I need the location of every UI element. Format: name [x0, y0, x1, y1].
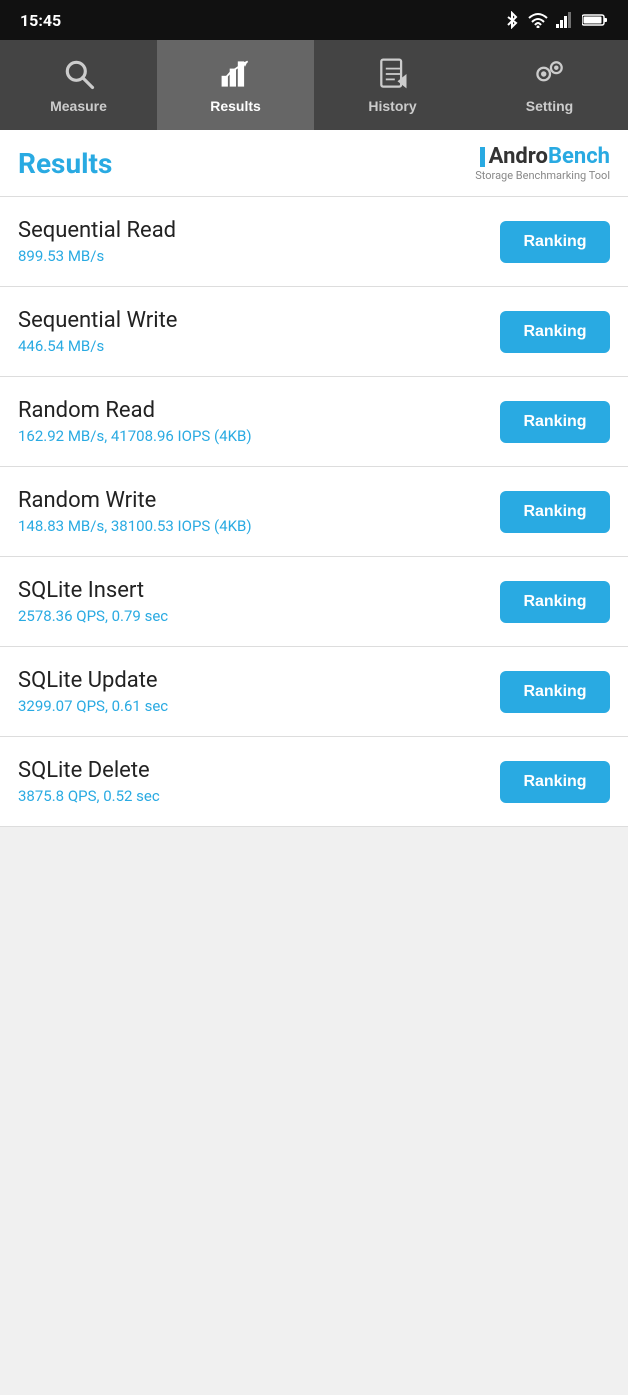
status-time: 15:45: [20, 11, 61, 30]
result-name: SQLite Delete: [18, 758, 160, 783]
result-name: Random Read: [18, 398, 252, 423]
ranking-button[interactable]: Ranking: [500, 221, 610, 263]
nav-item-measure[interactable]: Measure: [0, 40, 157, 130]
ranking-button[interactable]: Ranking: [500, 491, 610, 533]
logo-bar-accent: [480, 147, 485, 167]
result-row: Sequential Write 446.54 MB/s Ranking: [0, 287, 628, 377]
result-value: 162.92 MB/s, 41708.96 IOPS (4KB): [18, 427, 252, 445]
nav-label-results: Results: [210, 98, 261, 114]
result-row: Random Write 148.83 MB/s, 38100.53 IOPS …: [0, 467, 628, 557]
result-info: SQLite Update 3299.07 QPS, 0.61 sec: [18, 668, 168, 715]
result-value: 3875.8 QPS, 0.52 sec: [18, 787, 160, 805]
nav-item-results[interactable]: Results: [157, 40, 314, 130]
status-bar: 15:45: [0, 0, 628, 40]
page-header: Results AndroBench Storage Benchmarking …: [0, 130, 628, 197]
ranking-button[interactable]: Ranking: [500, 581, 610, 623]
signal-icon: [556, 12, 574, 28]
nav-label-setting: Setting: [526, 98, 573, 114]
logo-text: AndroBench: [489, 144, 610, 169]
nav-bar: Measure Results History: [0, 40, 628, 130]
result-info: Random Read 162.92 MB/s, 41708.96 IOPS (…: [18, 398, 252, 445]
page-title: Results: [18, 147, 112, 180]
result-name: Random Write: [18, 488, 252, 513]
result-row: SQLite Update 3299.07 QPS, 0.61 sec Rank…: [0, 647, 628, 737]
logo-container: AndroBench Storage Benchmarking Tool: [475, 144, 610, 182]
nav-item-history[interactable]: History: [314, 40, 471, 130]
logo-bench: Bench: [548, 144, 610, 169]
ranking-button[interactable]: Ranking: [500, 671, 610, 713]
result-info: SQLite Insert 2578.36 QPS, 0.79 sec: [18, 578, 168, 625]
result-value: 2578.36 QPS, 0.79 sec: [18, 607, 168, 625]
result-value: 899.53 MB/s: [18, 247, 176, 265]
result-name: Sequential Write: [18, 308, 177, 333]
chart-icon: [218, 56, 254, 92]
ranking-button[interactable]: Ranking: [500, 761, 610, 803]
ranking-button[interactable]: Ranking: [500, 311, 610, 353]
document-icon: [375, 56, 411, 92]
result-value: 148.83 MB/s, 38100.53 IOPS (4KB): [18, 517, 252, 535]
results-list: Sequential Read 899.53 MB/s Ranking Sequ…: [0, 197, 628, 827]
result-row: Sequential Read 899.53 MB/s Ranking: [0, 197, 628, 287]
logo-andro: Andro: [489, 144, 548, 169]
result-name: SQLite Insert: [18, 578, 168, 603]
battery-icon: [582, 13, 608, 27]
status-icons: [504, 11, 608, 29]
nav-label-measure: Measure: [50, 98, 107, 114]
result-info: Random Write 148.83 MB/s, 38100.53 IOPS …: [18, 488, 252, 535]
search-icon: [61, 56, 97, 92]
result-value: 3299.07 QPS, 0.61 sec: [18, 697, 168, 715]
result-row: SQLite Insert 2578.36 QPS, 0.79 sec Rank…: [0, 557, 628, 647]
logo-subtitle: Storage Benchmarking Tool: [475, 169, 610, 182]
logo-bar: AndroBench: [480, 144, 610, 169]
result-row: SQLite Delete 3875.8 QPS, 0.52 sec Ranki…: [0, 737, 628, 827]
result-info: SQLite Delete 3875.8 QPS, 0.52 sec: [18, 758, 160, 805]
bluetooth-icon: [504, 11, 520, 29]
ranking-button[interactable]: Ranking: [500, 401, 610, 443]
gear-icon: [532, 56, 568, 92]
nav-label-history: History: [368, 98, 416, 114]
result-name: Sequential Read: [18, 218, 176, 243]
result-row: Random Read 162.92 MB/s, 41708.96 IOPS (…: [0, 377, 628, 467]
result-value: 446.54 MB/s: [18, 337, 177, 355]
wifi-icon: [528, 12, 548, 28]
result-info: Sequential Read 899.53 MB/s: [18, 218, 176, 265]
nav-item-setting[interactable]: Setting: [471, 40, 628, 130]
result-info: Sequential Write 446.54 MB/s: [18, 308, 177, 355]
result-name: SQLite Update: [18, 668, 168, 693]
bottom-area: [0, 827, 628, 1127]
